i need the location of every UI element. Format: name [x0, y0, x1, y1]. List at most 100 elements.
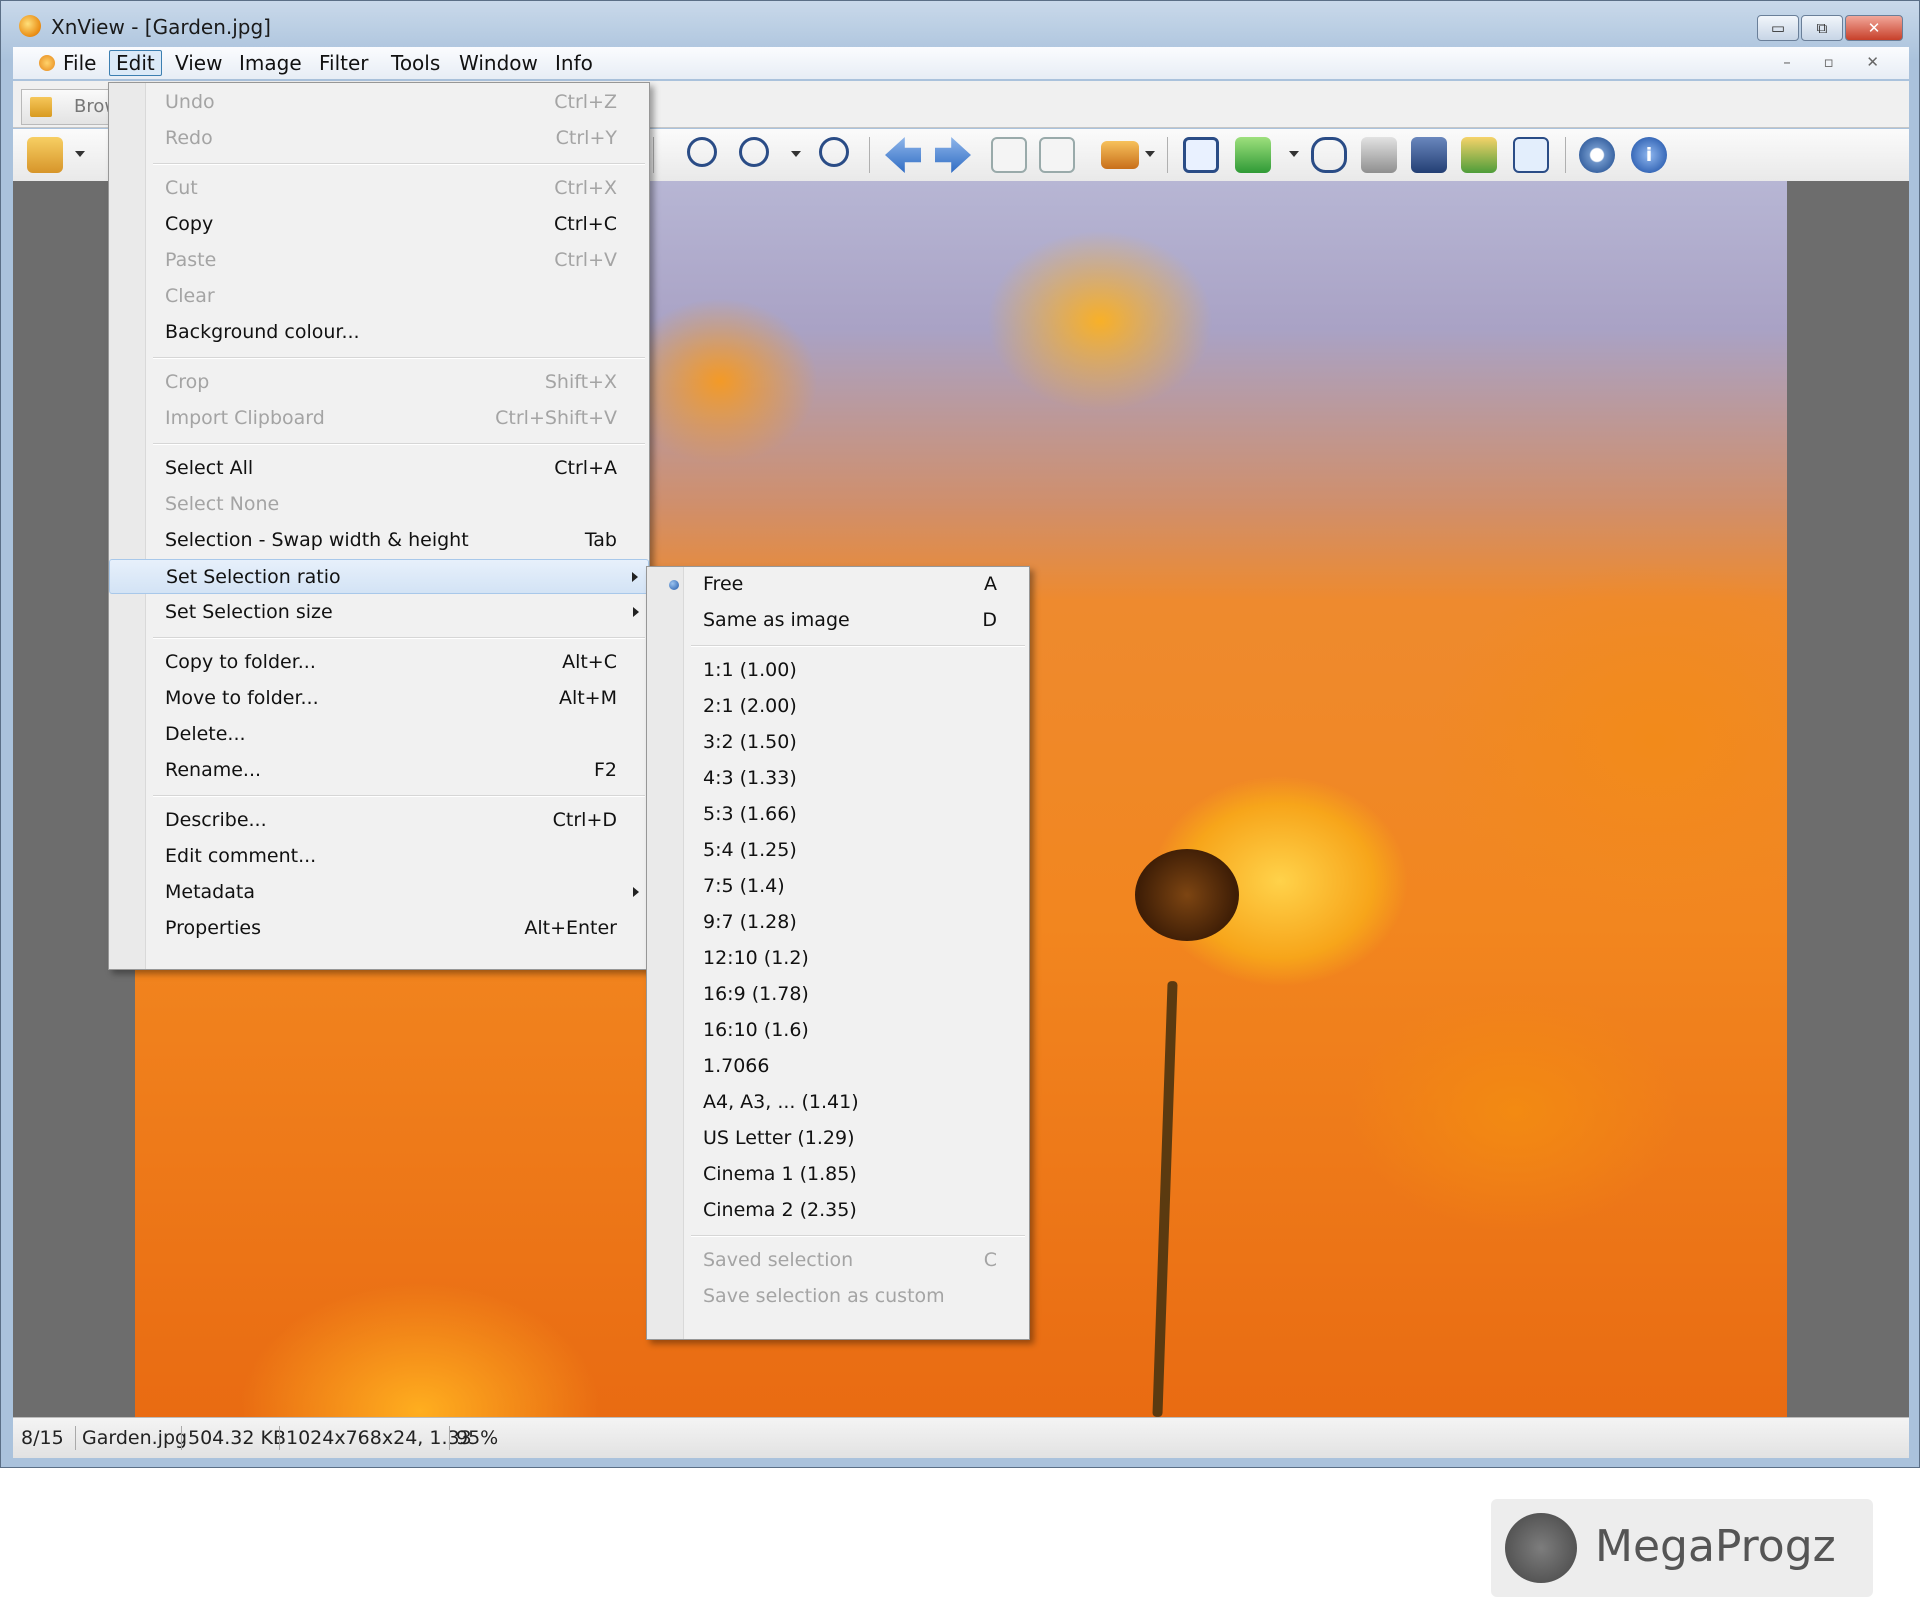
- menu-item-redo[interactable]: Redo Ctrl+Y: [109, 121, 649, 156]
- ratio-item-1-7066[interactable]: 1.7066: [647, 1049, 1029, 1084]
- ratio-item-a4[interactable]: A4, A3, ... (1.41): [647, 1085, 1029, 1120]
- menu-separator: [153, 163, 645, 165]
- chevron-down-icon[interactable]: [791, 151, 801, 157]
- ratio-item-5-4[interactable]: 5:4 (1.25): [647, 833, 1029, 868]
- previous-arrow-icon[interactable]: [885, 137, 921, 173]
- megaprogz-watermark: MegaProgz: [1491, 1499, 1873, 1597]
- mdi-window-buttons[interactable]: – ▫ ✕: [1783, 53, 1893, 71]
- slideshow-icon[interactable]: [1101, 141, 1139, 169]
- xnview-app-icon: [19, 15, 41, 37]
- ratio-item-us-letter[interactable]: US Letter (1.29): [647, 1121, 1029, 1156]
- info-icon[interactable]: i: [1631, 137, 1667, 173]
- menu-window[interactable]: Window: [453, 51, 544, 75]
- zoom-fit-icon[interactable]: [739, 137, 769, 167]
- minimize-button[interactable]: ▭: [1757, 15, 1799, 41]
- edit-menu: Undo Ctrl+Z Redo Ctrl+Y Cut Ctrl+X Copy Ctrl…: [108, 82, 650, 970]
- menu-item-select-none[interactable]: Select None: [109, 487, 649, 522]
- ratio-item-12-10[interactable]: 12:10 (1.2): [647, 941, 1029, 976]
- menu-item-metadata[interactable]: Metadata: [109, 875, 649, 910]
- wallpaper-icon[interactable]: [1461, 137, 1497, 173]
- menu-item-move-to-folder[interactable]: Move to folder... Alt+M: [109, 681, 649, 716]
- menu-item-edit-comment[interactable]: Edit comment...: [109, 839, 649, 874]
- menu-item-undo[interactable]: Undo Ctrl+Z: [109, 85, 649, 120]
- ratio-item-7-5[interactable]: 7:5 (1.4): [647, 869, 1029, 904]
- ratio-item-same-as-image[interactable]: Same as image D: [647, 603, 1029, 638]
- status-filename: Garden.jpg: [75, 1426, 187, 1450]
- status-dimensions: 1024x768x24, 1.33: [279, 1426, 472, 1450]
- print-icon[interactable]: [1361, 137, 1397, 173]
- menu-item-swap-width-height[interactable]: Selection - Swap width & height Tab: [109, 523, 649, 558]
- folder-tree-icon: [30, 97, 52, 117]
- ratio-item-free[interactable]: Free A: [647, 567, 1029, 602]
- menu-item-describe[interactable]: Describe... Ctrl+D: [109, 803, 649, 838]
- menu-separator: [153, 795, 645, 797]
- first-page-icon[interactable]: [991, 137, 1027, 173]
- toolbar-separator: [1167, 137, 1168, 173]
- menu-edit[interactable]: Edit: [109, 50, 162, 76]
- menu-view[interactable]: View: [169, 51, 228, 75]
- menu-item-clear[interactable]: Clear: [109, 279, 649, 314]
- menu-separator: [153, 443, 645, 445]
- ratio-item-cinema-2[interactable]: Cinema 2 (2.35): [647, 1193, 1029, 1228]
- menu-image[interactable]: Image: [233, 51, 308, 75]
- chevron-down-icon[interactable]: [75, 151, 85, 157]
- menu-item-crop[interactable]: Crop Shift+X: [109, 365, 649, 400]
- flower-stem: [1152, 980, 1178, 1417]
- menu-item-rename[interactable]: Rename... F2: [109, 753, 649, 788]
- ratio-item-9-7[interactable]: 9:7 (1.28): [647, 905, 1029, 940]
- ratio-item-16-10[interactable]: 16:10 (1.6): [647, 1013, 1029, 1048]
- binoculars-icon[interactable]: [1311, 137, 1347, 173]
- settings-gear-icon[interactable]: [1579, 137, 1615, 173]
- menu-item-background-colour[interactable]: Background colour...: [109, 315, 649, 350]
- last-page-icon[interactable]: [1039, 137, 1075, 173]
- ratio-item-5-3[interactable]: 5:3 (1.66): [647, 797, 1029, 832]
- zoom-in-icon[interactable]: [687, 137, 717, 167]
- fullscreen-icon[interactable]: [1183, 137, 1219, 173]
- close-button[interactable]: ✕: [1845, 15, 1903, 41]
- scanner-icon[interactable]: [1411, 137, 1447, 173]
- submenu-arrow-icon: [632, 572, 638, 582]
- menu-item-set-selection-ratio[interactable]: Set Selection ratio: [109, 559, 649, 594]
- menu-item-copy[interactable]: Copy Ctrl+C: [109, 207, 649, 242]
- menu-filter[interactable]: Filter: [313, 51, 375, 75]
- menu-item-set-selection-size[interactable]: Set Selection size: [109, 595, 649, 630]
- menu-item-delete[interactable]: Delete...: [109, 717, 649, 752]
- submenu-arrow-icon: [633, 887, 639, 897]
- selection-ratio-submenu: Free A Same as image D 1:1 (1.00) 2:1 (2.0…: [646, 566, 1030, 1340]
- chevron-down-icon[interactable]: [1289, 151, 1299, 157]
- menu-item-properties[interactable]: Properties Alt+Enter: [109, 911, 649, 946]
- megaprogz-logo-icon: [1505, 1513, 1577, 1583]
- toolbar-separator: [1565, 137, 1566, 173]
- ratio-item-save-as-custom[interactable]: Save selection as custom: [647, 1279, 1029, 1314]
- menu-item-paste[interactable]: Paste Ctrl+V: [109, 243, 649, 278]
- ratio-item-saved-selection[interactable]: Saved selection C: [647, 1243, 1029, 1278]
- ratio-item-4-3[interactable]: 4:3 (1.33): [647, 761, 1029, 796]
- ratio-item-2-1[interactable]: 2:1 (2.00): [647, 689, 1029, 724]
- menu-separator: [691, 1235, 1025, 1237]
- export-icon[interactable]: [1235, 137, 1271, 173]
- ratio-item-cinema-1[interactable]: Cinema 1 (1.85): [647, 1157, 1029, 1192]
- zoom-out-icon[interactable]: [819, 137, 849, 167]
- menu-separator: [691, 645, 1025, 647]
- menu-item-import-clipboard[interactable]: Import Clipboard Ctrl+Shift+V: [109, 401, 649, 436]
- status-file-index: 8/15: [21, 1427, 64, 1449]
- maximize-button[interactable]: ⧉: [1801, 15, 1843, 41]
- menu-file[interactable]: File: [57, 51, 102, 75]
- menu-item-copy-to-folder[interactable]: Copy to folder... Alt+C: [109, 645, 649, 680]
- window-title: XnView - [Garden.jpg]: [51, 15, 271, 39]
- ratio-item-3-2[interactable]: 3:2 (1.50): [647, 725, 1029, 760]
- menu-tools[interactable]: Tools: [385, 51, 446, 75]
- chevron-down-icon[interactable]: [1145, 151, 1155, 157]
- ratio-item-16-9[interactable]: 16:9 (1.78): [647, 977, 1029, 1012]
- menu-info[interactable]: Info: [549, 51, 599, 75]
- menu-separator: [153, 637, 645, 639]
- ratio-item-1-1[interactable]: 1:1 (1.00): [647, 653, 1029, 688]
- menu-item-select-all[interactable]: Select All Ctrl+A: [109, 451, 649, 486]
- submenu-arrow-icon: [633, 607, 639, 617]
- next-arrow-icon[interactable]: [935, 137, 971, 173]
- browser-tree-icon[interactable]: [27, 137, 63, 173]
- capture-icon[interactable]: [1513, 137, 1549, 173]
- menu-item-cut[interactable]: Cut Ctrl+X: [109, 171, 649, 206]
- watermark-text: MegaProgz: [1595, 1521, 1836, 1572]
- menu-bar: File Edit View Image Filter Tools Window…: [13, 47, 1909, 79]
